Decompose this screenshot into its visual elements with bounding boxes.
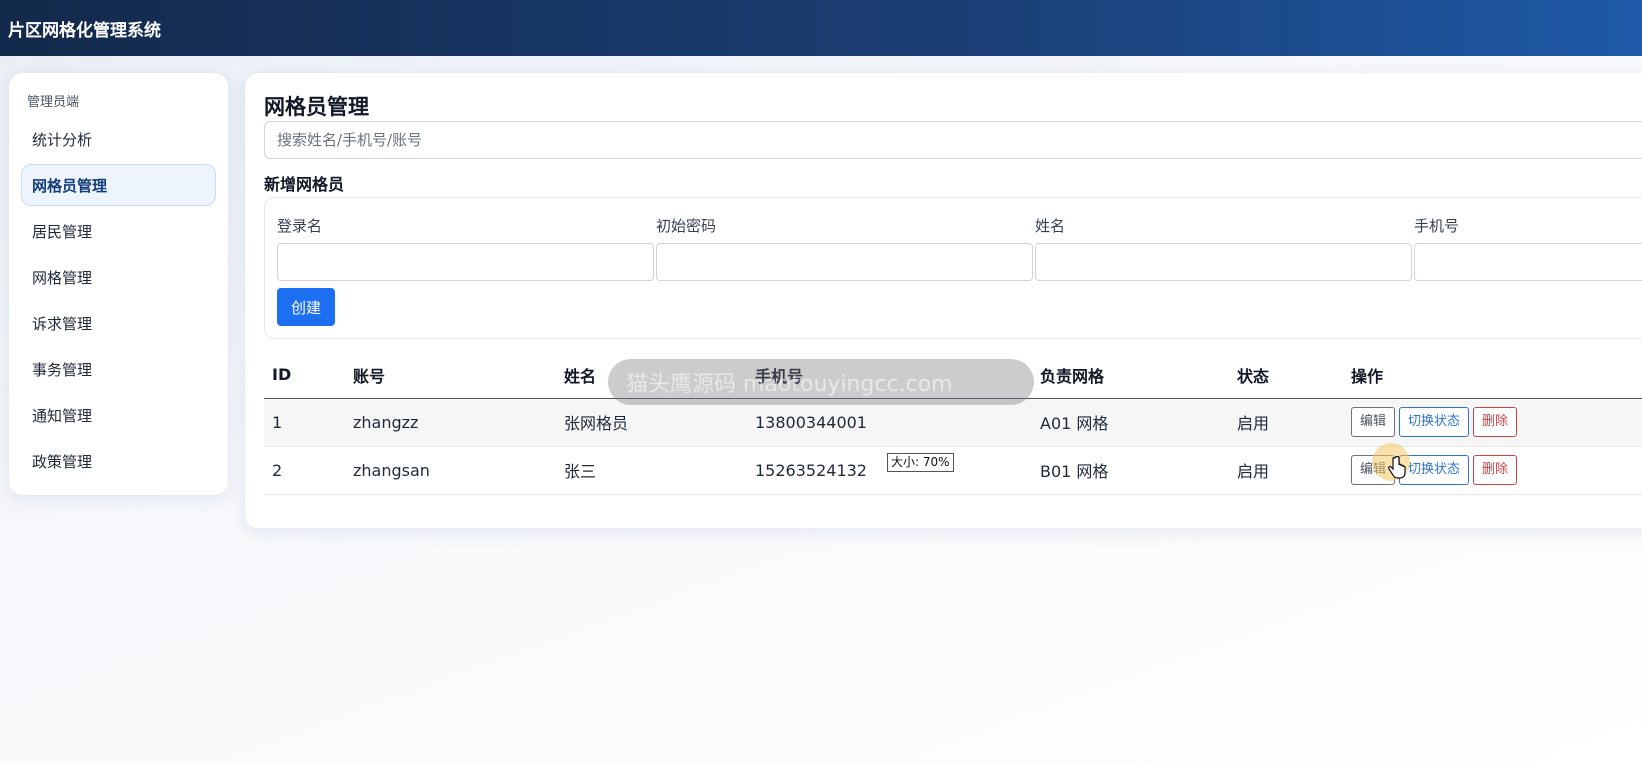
cell-phone: 13800344001 xyxy=(747,398,1032,447)
create-button[interactable]: 创建 xyxy=(277,288,335,326)
sidebar-item-notices[interactable]: 通知管理 xyxy=(21,394,216,436)
toggle-status-button[interactable]: 切换状态 xyxy=(1399,407,1470,437)
cell-name: 张网格员 xyxy=(556,398,747,447)
sidebar-section-label: 管理员端 xyxy=(27,95,80,110)
cell-actions: 编辑 切换状态 删除 xyxy=(1343,398,1642,447)
col-header-name: 姓名 xyxy=(556,352,747,399)
sidebar-item-policies[interactable]: 政策管理 xyxy=(21,440,216,482)
cell-status: 启用 xyxy=(1229,398,1343,447)
login-name-label: 登录名 xyxy=(277,217,323,235)
col-header-id: ID xyxy=(264,352,345,399)
gridworker-table: ID 账号 姓名 手机号 负责网格 状态 操作 1 zhangzz 张网格员 1… xyxy=(264,352,1642,495)
col-header-actions: 操作 xyxy=(1343,352,1642,399)
col-header-status: 状态 xyxy=(1229,352,1343,399)
sidebar: 管理员端 统计分析 网格员管理 居民管理 网格管理 诉求管理 事务管理 通知管理… xyxy=(9,73,228,495)
toggle-status-button[interactable]: 切换状态 xyxy=(1399,455,1470,485)
page-title: 网格员管理 xyxy=(264,95,369,119)
create-form: 登录名 初始密码 姓名 手机号 创建 xyxy=(264,197,1642,339)
cell-account: zhangzz xyxy=(345,398,556,447)
zoom-tooltip: 大小: 70% xyxy=(887,453,954,472)
cell-grid: B01 网格 xyxy=(1032,446,1229,495)
cell-status: 启用 xyxy=(1229,446,1343,495)
cell-grid: A01 网格 xyxy=(1032,398,1229,447)
create-form-title: 新增网格员 xyxy=(264,175,345,194)
name-field[interactable] xyxy=(1035,243,1412,281)
search-input[interactable] xyxy=(264,121,1642,159)
edit-button[interactable]: 编辑 xyxy=(1351,455,1396,485)
cell-account: zhangsan xyxy=(345,446,556,495)
delete-button[interactable]: 删除 xyxy=(1473,455,1518,485)
phone-field[interactable] xyxy=(1414,243,1642,281)
login-name-field[interactable] xyxy=(277,243,654,281)
sidebar-item-gridworkers[interactable]: 网格员管理 xyxy=(21,164,216,206)
sidebar-item-statistics[interactable]: 统计分析 xyxy=(21,118,216,160)
name-label: 姓名 xyxy=(1035,217,1066,235)
col-header-phone: 手机号 xyxy=(747,352,1032,399)
app-title: 片区网格化管理系统 xyxy=(8,20,161,41)
sidebar-item-affairs[interactable]: 事务管理 xyxy=(21,348,216,390)
initial-password-label: 初始密码 xyxy=(656,217,717,235)
sidebar-item-grids[interactable]: 网格管理 xyxy=(21,256,216,298)
sidebar-item-residents[interactable]: 居民管理 xyxy=(21,210,216,252)
cell-id: 2 xyxy=(264,446,345,495)
col-header-grid: 负责网格 xyxy=(1032,352,1229,399)
phone-label: 手机号 xyxy=(1414,217,1460,235)
app-header: 片区网格化管理系统 xyxy=(0,0,1642,56)
initial-password-field[interactable] xyxy=(656,243,1033,281)
cell-name: 张三 xyxy=(556,446,747,495)
table-row: 1 zhangzz 张网格员 13800344001 A01 网格 启用 编辑切… xyxy=(264,398,1642,447)
delete-button[interactable]: 删除 xyxy=(1473,407,1518,437)
cell-id: 1 xyxy=(264,398,345,447)
cell-actions: 编辑 切换状态 删除 xyxy=(1343,446,1642,495)
table-header-row: ID 账号 姓名 手机号 负责网格 状态 操作 xyxy=(264,352,1642,399)
sidebar-item-appeals[interactable]: 诉求管理 xyxy=(21,302,216,344)
col-header-account: 账号 xyxy=(345,352,556,399)
edit-button[interactable]: 编辑 xyxy=(1351,407,1396,437)
